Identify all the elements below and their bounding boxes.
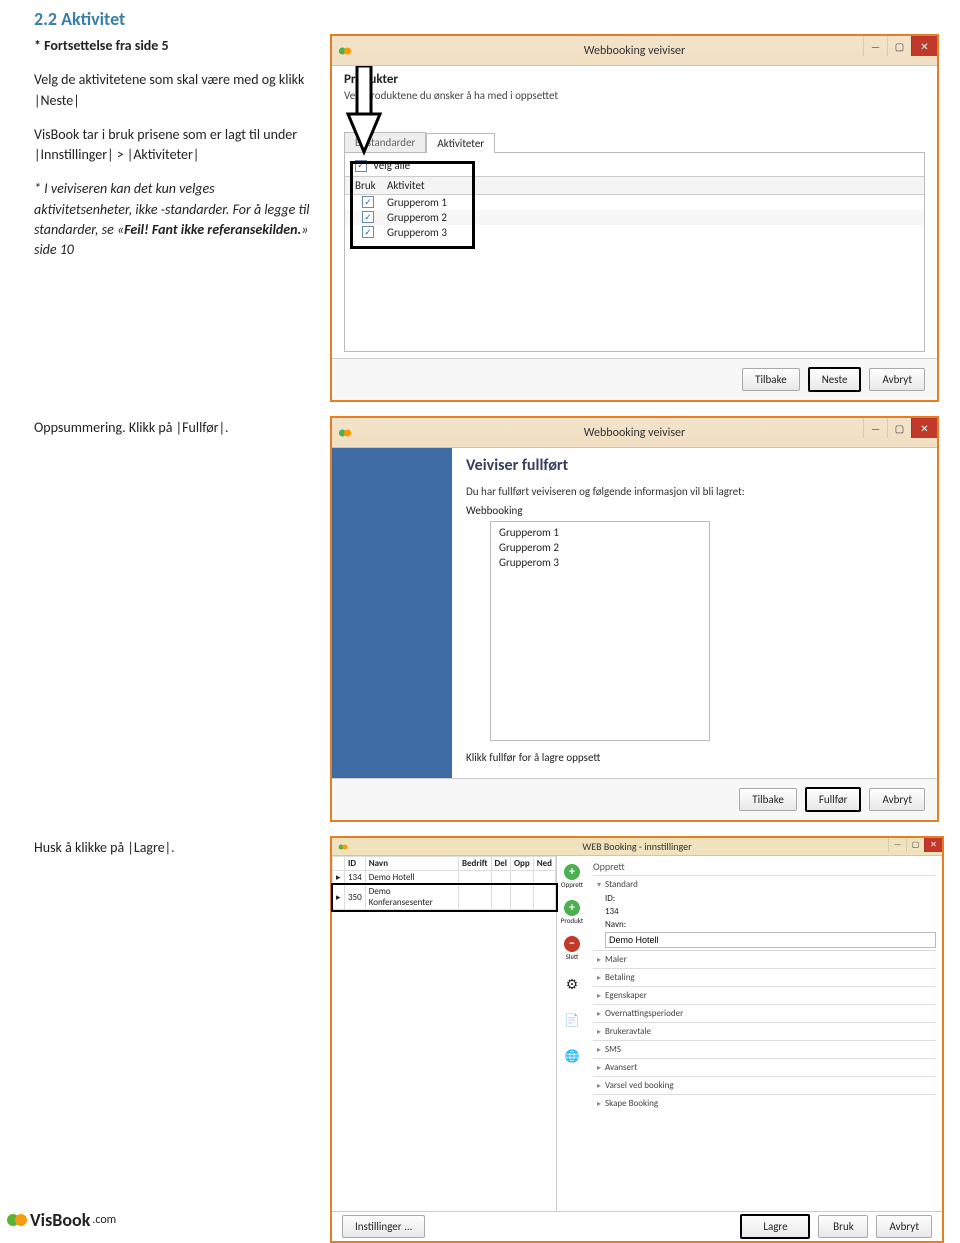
minimize-button[interactable]: — (863, 36, 887, 56)
section-sms[interactable]: ▸SMS (593, 1040, 936, 1058)
standard-section[interactable]: ▾Standard (593, 875, 936, 893)
copy-icon[interactable]: 📄 (561, 1006, 583, 1034)
window-title: Webbooking veiviser (332, 44, 937, 58)
minimize-button[interactable]: — (863, 418, 887, 438)
opprett-header: Opprett (593, 860, 936, 873)
id-label: ID: (605, 893, 615, 904)
maximize-button[interactable]: ▢ (887, 36, 911, 56)
window-titlebar: Webbooking veiviser — ▢ ✕ (332, 36, 937, 66)
section-brukeravtale[interactable]: ▸Brukeravtale (593, 1022, 936, 1040)
instruction-1: Velg de aktivitetene som skal være med o… (34, 70, 314, 111)
arrow-icon (344, 66, 384, 156)
next-button[interactable]: Neste (808, 367, 862, 392)
section-betaling[interactable]: ▸Betaling (593, 968, 936, 986)
window-title: Webbooking veiviser (332, 426, 937, 440)
wizard-step-desc: Velg produktene du ønsker å ha med i opp… (344, 89, 925, 102)
maximize-button[interactable]: ▢ (906, 838, 924, 852)
continuation-note: * Fortsettelse fra side 5 (34, 36, 314, 56)
cancel-button[interactable]: Avbryt (869, 788, 925, 811)
section-overnatting[interactable]: ▸Overnattingsperioder (593, 1004, 936, 1022)
close-button[interactable]: ✕ (911, 36, 937, 56)
list-item: Grupperom 3 (499, 556, 701, 571)
screenshot-3: WEB Booking - innstillinger — ▢ ✕ ID (330, 836, 944, 1243)
back-button[interactable]: Tilbake (742, 368, 800, 391)
finish-button[interactable]: Fullfør (805, 787, 862, 812)
wizard-done-desc: Du har fullført veiviseren og følgende i… (466, 485, 923, 498)
gear-icon[interactable]: ⚙ (561, 970, 583, 998)
table-row[interactable]: ▸350Demo Konferansesenter (333, 885, 556, 910)
summary-list: Grupperom 1 Grupperom 2 Grupperom 3 (490, 521, 710, 741)
entity-list: ID Navn Bedrift Del Opp Ned ▸134Demo Hot… (332, 856, 557, 1211)
highlight-box (350, 161, 475, 249)
col-id: ID (345, 857, 366, 871)
back-button[interactable]: Tilbake (739, 788, 797, 811)
col-up: Opp (510, 857, 533, 871)
id-value: 134 (605, 906, 619, 917)
save-button[interactable]: Lagre (740, 1214, 810, 1239)
list-item: Grupperom 2 (499, 541, 701, 556)
visbook-logo: VisBook.com (6, 1209, 116, 1231)
logo-icon (6, 1211, 28, 1229)
remember-line: Husk å klikke på |Lagre|. (34, 838, 314, 858)
summary-line: Oppsummering. Klikk på |Fullfør|. (34, 418, 314, 438)
col-company: Bedrift (458, 857, 491, 871)
screenshot-2: Webbooking veiviser — ▢ ✕ Veiviser fullf… (330, 416, 939, 822)
tool-column: +Opprett +Produkt −Slett ⚙ 📄 🌐 (557, 856, 587, 1211)
tab-activities[interactable]: Aktiviteter (426, 133, 495, 153)
minimize-button[interactable]: — (888, 838, 906, 852)
close-button[interactable]: ✕ (911, 418, 937, 438)
maximize-button[interactable]: ▢ (887, 418, 911, 438)
delete-button[interactable]: −Slett (561, 934, 583, 962)
screenshot-1: Webbooking veiviser — ▢ ✕ Produkter Velg… (330, 34, 939, 402)
window-titlebar: Webbooking veiviser — ▢ ✕ (332, 418, 937, 448)
wizard-side-banner (332, 448, 452, 778)
section-skape[interactable]: ▸Skape Booking (593, 1094, 936, 1112)
instruction-2: VisBook tar i bruk prisene som er lagt t… (34, 125, 314, 166)
cancel-button[interactable]: Avbryt (876, 1215, 932, 1238)
close-button[interactable]: ✕ (924, 838, 942, 852)
section-varsel[interactable]: ▸Varsel ved booking (593, 1076, 936, 1094)
product-button[interactable]: +Produkt (561, 898, 583, 926)
section-avansert[interactable]: ▸Avansert (593, 1058, 936, 1076)
click-finish-hint: Klikk fullfør for å lagre oppsett (466, 751, 923, 764)
globe-icon[interactable]: 🌐 (561, 1042, 583, 1070)
section-egenskaper[interactable]: ▸Egenskaper (593, 986, 936, 1004)
list-item: Grupperom 1 (499, 526, 701, 541)
apply-button[interactable]: Bruk (818, 1215, 868, 1238)
wizard-subheading: Webbooking (466, 504, 923, 517)
section-maler[interactable]: ▸Maler (593, 950, 936, 968)
section-heading: 2.2 Aktivitet (34, 8, 926, 30)
create-button[interactable]: +Opprett (561, 862, 583, 890)
col-down: Ned (533, 857, 555, 871)
wizard-step-title: Produkter (344, 72, 925, 87)
name-field[interactable] (605, 932, 936, 948)
wizard-done-title: Veiviser fullført (466, 456, 923, 475)
table-row[interactable]: ▸134Demo Hotell (333, 871, 556, 885)
name-label: Navn: (605, 919, 626, 930)
col-name: Navn (365, 857, 458, 871)
instruction-3: * I veiviseren kan det kun velges aktivi… (34, 179, 314, 260)
window-title: WEB Booking - innstillinger (332, 840, 942, 853)
cancel-button[interactable]: Avbryt (869, 368, 925, 391)
settings-button[interactable]: Instillinger ... (342, 1215, 425, 1238)
col-share: Del (491, 857, 510, 871)
